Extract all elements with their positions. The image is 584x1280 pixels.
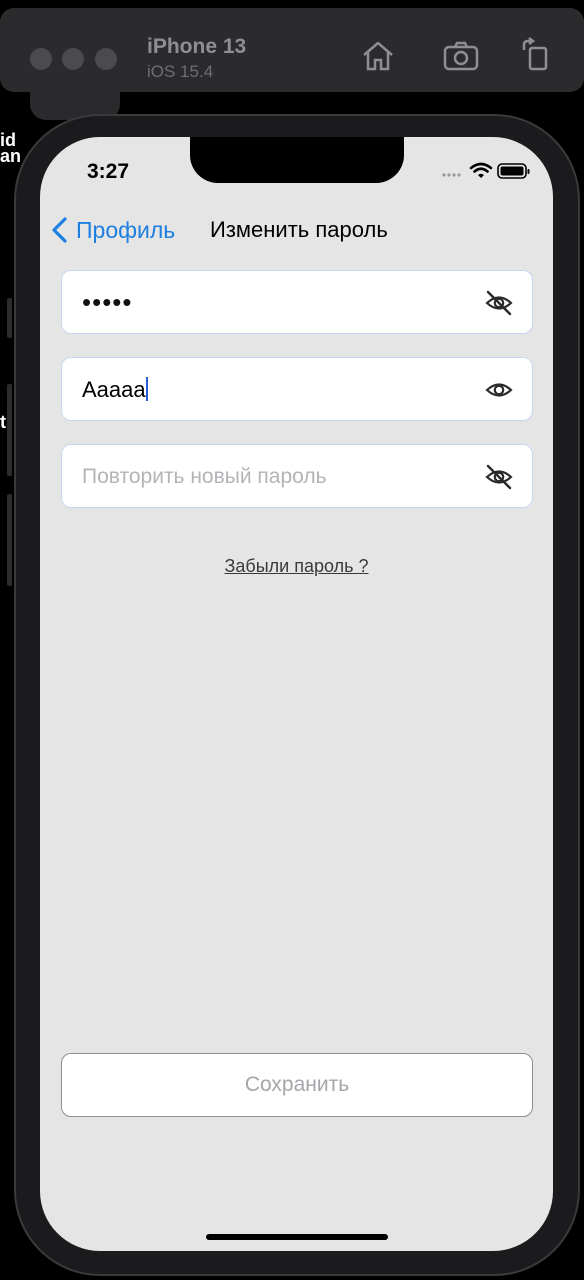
battery-icon [497,163,530,179]
phone-screen: 3:27 Профиль Изменить пароль ••••• Aaaaa… [40,137,553,1251]
simulator-toolbar: iPhone 13 iOS 15.4 [0,8,584,92]
current-password-field[interactable]: ••••• [61,270,533,334]
back-button-label: Профиль [76,216,176,243]
save-button[interactable]: Сохранить [61,1053,533,1117]
current-password-value: ••••• [82,287,133,317]
home-icon[interactable] [358,36,398,76]
status-time: 3:27 [87,160,130,183]
new-password-field[interactable]: Aaaaa [61,357,533,421]
signal-icon [442,173,461,177]
device-name: iPhone 13 [147,35,247,58]
chevron-left-icon [52,217,67,243]
window-zoom-button[interactable] [95,48,117,70]
status-icons [442,162,530,179]
repeat-password-field[interactable]: Повторить новый пароль [61,444,533,508]
window-minimize-button[interactable] [62,48,84,70]
notch [190,137,404,183]
side-button [7,384,12,476]
eye-icon[interactable] [484,375,514,405]
window-close-button[interactable] [30,48,52,70]
back-button[interactable]: Профиль [50,213,175,247]
simulator-window: iPhone 13 iOS 15.4 id an t 3:27 Профиль … [0,0,584,1280]
text-caret [145,377,148,401]
side-button [7,298,12,338]
eye-off-icon[interactable] [484,462,514,492]
screenshot-icon[interactable] [441,36,481,76]
os-version: iOS 15.4 [147,62,214,81]
wifi-icon [469,162,493,178]
background-text: t [0,412,6,432]
side-button [7,494,12,586]
home-indicator[interactable] [206,1234,388,1240]
eye-off-icon[interactable] [484,288,514,318]
repeat-password-placeholder: Повторить новый пароль [82,465,327,488]
new-password-value: Aaaaa [82,377,148,402]
background-text: id an [0,130,22,166]
page-title: Изменить пароль [210,217,388,242]
rotate-icon[interactable] [516,36,556,76]
forgot-password-link[interactable]: Забыли пароль ? [40,556,553,577]
